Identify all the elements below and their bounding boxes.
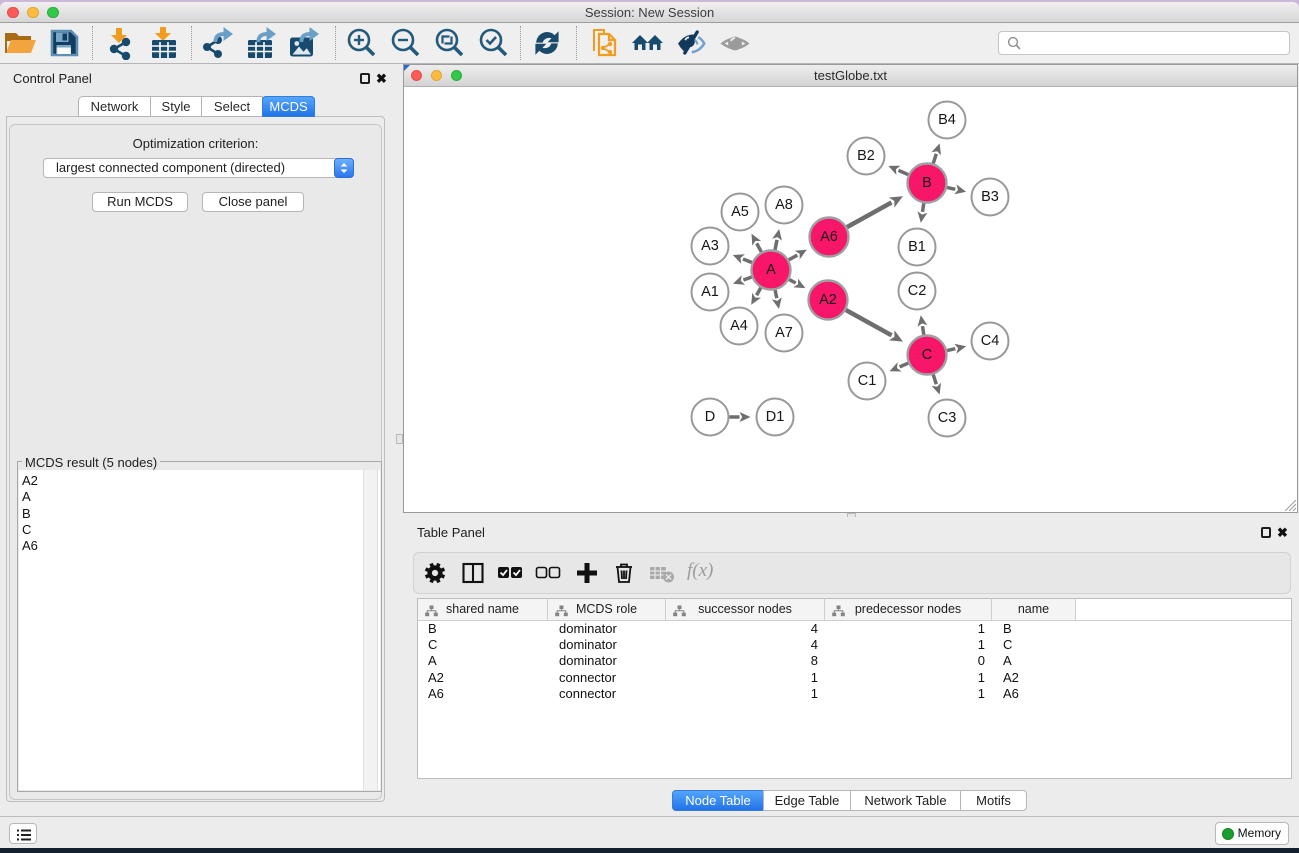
svg-text:C1: C1 (858, 373, 877, 389)
svg-text:B: B (922, 175, 932, 191)
svg-text:B2: B2 (857, 148, 875, 164)
svg-text:A8: A8 (775, 197, 793, 213)
svg-text:B4: B4 (938, 112, 956, 128)
svg-text:C4: C4 (981, 333, 1000, 349)
svg-text:C3: C3 (938, 410, 957, 426)
svg-text:A7: A7 (775, 325, 793, 341)
svg-text:A5: A5 (731, 204, 749, 220)
svg-text:B1: B1 (908, 239, 926, 255)
svg-text:A1: A1 (701, 284, 719, 300)
svg-text:C2: C2 (908, 283, 927, 299)
svg-text:C: C (922, 347, 932, 363)
svg-text:D: D (705, 409, 715, 425)
svg-text:A4: A4 (730, 318, 748, 334)
svg-text:A2: A2 (819, 292, 837, 308)
svg-text:A: A (766, 262, 776, 278)
svg-text:D1: D1 (766, 409, 785, 425)
svg-text:A6: A6 (820, 229, 838, 245)
svg-text:A3: A3 (701, 238, 719, 254)
svg-text:B3: B3 (981, 189, 999, 205)
